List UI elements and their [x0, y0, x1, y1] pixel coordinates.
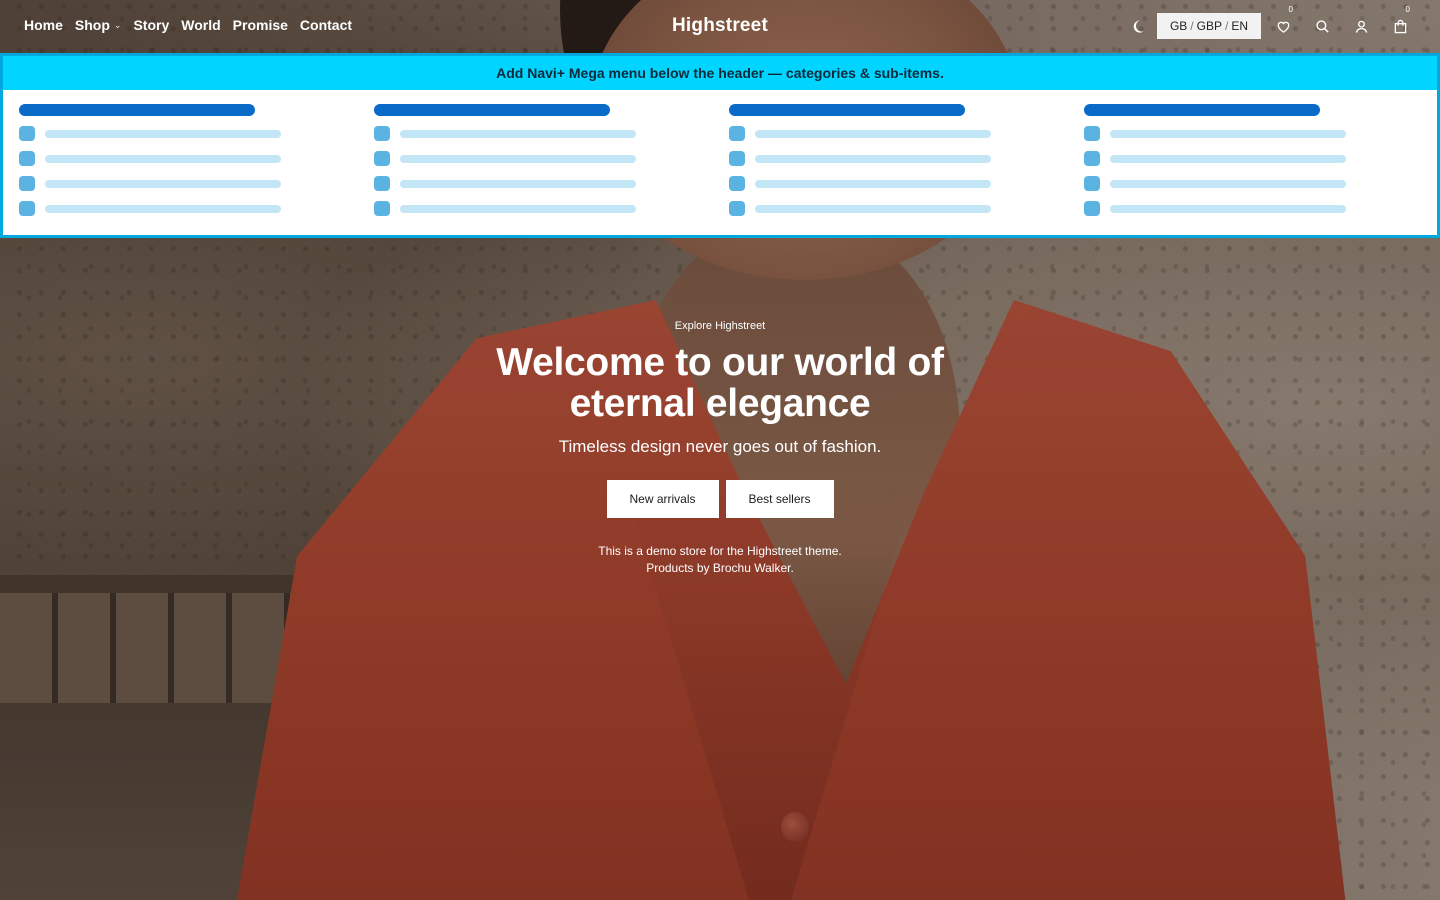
nav-contact[interactable]: Contact: [300, 17, 352, 33]
hero-headline: Welcome to our world of eternal elegance: [496, 341, 944, 425]
mega-column-heading[interactable]: [19, 104, 255, 116]
mega-item[interactable]: [1084, 201, 1354, 216]
locale-language: EN: [1231, 19, 1248, 33]
locale-separator-2: /: [1224, 19, 1229, 33]
mega-column: [374, 104, 644, 216]
mega-item-label: [45, 204, 281, 213]
mega-item-icon: [19, 201, 35, 216]
mega-item[interactable]: [374, 201, 644, 216]
locale-separator-1: /: [1190, 19, 1194, 33]
mega-item[interactable]: [374, 151, 644, 166]
mega-item-icon: [1084, 176, 1100, 191]
chevron-down-icon: ⌄: [113, 19, 122, 30]
bag-icon[interactable]: 0: [1381, 5, 1420, 39]
nav-story[interactable]: Story: [133, 17, 169, 33]
mega-item-icon: [19, 126, 35, 141]
mega-item[interactable]: [19, 201, 289, 216]
mega-item[interactable]: [374, 176, 644, 191]
nav-promise[interactable]: Promise: [233, 17, 288, 33]
mega-item[interactable]: [374, 126, 644, 141]
nav-world[interactable]: World: [181, 17, 220, 33]
mega-item-icon: [374, 151, 390, 166]
mega-item[interactable]: [19, 151, 289, 166]
mega-item[interactable]: [1084, 151, 1354, 166]
hero-eyebrow: Explore Highstreet: [674, 320, 766, 332]
mega-item[interactable]: [729, 126, 999, 141]
mega-item[interactable]: [19, 176, 289, 191]
mega-item-icon: [1084, 126, 1100, 141]
mega-item-icon: [1084, 201, 1100, 216]
nav-contact-label: Contact: [299, 17, 353, 33]
cart-count: 0: [1405, 5, 1410, 14]
mega-item-icon: [19, 151, 35, 166]
mega-item[interactable]: [729, 201, 999, 216]
mega-item-icon: [19, 176, 35, 191]
mega-item-label: [755, 179, 991, 188]
mega-item-label: [1110, 179, 1346, 188]
mega-item-icon: [1084, 151, 1100, 166]
mega-item[interactable]: [1084, 126, 1354, 141]
mega-item-label: [45, 179, 281, 188]
mega-column: [1084, 104, 1354, 216]
mega-item[interactable]: [729, 176, 999, 191]
hero-note: This is a demo store for the Highstreet …: [0, 543, 1440, 577]
nav-world-label: World: [181, 17, 221, 33]
hero-subheading: Timeless design never goes out of fashio…: [558, 437, 882, 456]
best-sellers-button[interactable]: Best sellers: [725, 480, 834, 518]
nav-home-label: Home: [24, 17, 63, 33]
locale-currency: GBP: [1196, 19, 1222, 33]
mega-menu-columns: [3, 90, 1437, 235]
mega-item-label: [1110, 154, 1346, 163]
hero-note-line-1: This is a demo store for the Highstreet …: [598, 544, 842, 558]
mega-item-label: [755, 129, 991, 138]
mega-menu-banner: Add Navi+ Mega menu below the header — c…: [3, 56, 1437, 90]
mega-item-label: [400, 129, 636, 138]
mega-item[interactable]: [1084, 176, 1354, 191]
mega-column: [19, 104, 289, 216]
locale-country: GB: [1169, 19, 1188, 33]
mega-item-icon: [729, 201, 745, 216]
mega-item[interactable]: [729, 151, 999, 166]
mega-column-heading[interactable]: [729, 104, 965, 116]
search-icon[interactable]: [1303, 13, 1342, 39]
mega-column-heading[interactable]: [1084, 104, 1320, 116]
mega-item-icon: [729, 176, 745, 191]
new-arrivals-button[interactable]: New arrivals: [606, 480, 719, 518]
moon-icon[interactable]: [1118, 13, 1157, 39]
nav-home[interactable]: Home: [24, 17, 63, 33]
mega-item-label: [755, 154, 991, 163]
mega-column-heading[interactable]: [374, 104, 610, 116]
mega-item[interactable]: [19, 126, 289, 141]
nav-shop-label: Shop: [74, 17, 110, 33]
hero-cta-group: New arrivals Best sellers: [0, 480, 1440, 518]
main-nav: Home Shop ⌄ Story World Promise Contact: [24, 17, 352, 33]
locale-selector[interactable]: GB / GBP / EN: [1156, 13, 1261, 39]
hero-copy: Explore Highstreet Welcome to our world …: [0, 320, 1440, 577]
header-tools: GB / GBP / EN 0 0: [1118, 5, 1420, 39]
mega-item-label: [45, 154, 281, 163]
mega-item-label: [755, 204, 991, 213]
mega-item-icon: [374, 126, 390, 141]
hero-note-line-2: Products by Brochu Walker.: [646, 561, 794, 575]
mega-item-label: [400, 179, 636, 188]
user-icon[interactable]: [1342, 13, 1381, 39]
wishlist-count: 0: [1288, 5, 1293, 14]
mega-item-label: [1110, 204, 1346, 213]
nav-promise-label: Promise: [232, 17, 288, 33]
mega-item-label: [45, 129, 281, 138]
mega-item-icon: [374, 176, 390, 191]
mega-item-label: [1110, 129, 1346, 138]
mega-item-icon: [729, 151, 745, 166]
mega-item-icon: [374, 201, 390, 216]
mega-column: [729, 104, 999, 216]
heart-icon[interactable]: 0: [1264, 5, 1303, 39]
mega-item-icon: [729, 126, 745, 141]
nav-story-label: Story: [133, 17, 170, 33]
mega-item-label: [400, 154, 636, 163]
mega-item-label: [400, 204, 636, 213]
mega-menu-placeholder: Add Navi+ Mega menu below the header — c…: [0, 53, 1440, 238]
site-header: Home Shop ⌄ Story World Promise Contact H…: [0, 0, 1440, 53]
nav-shop[interactable]: Shop ⌄: [75, 17, 122, 33]
